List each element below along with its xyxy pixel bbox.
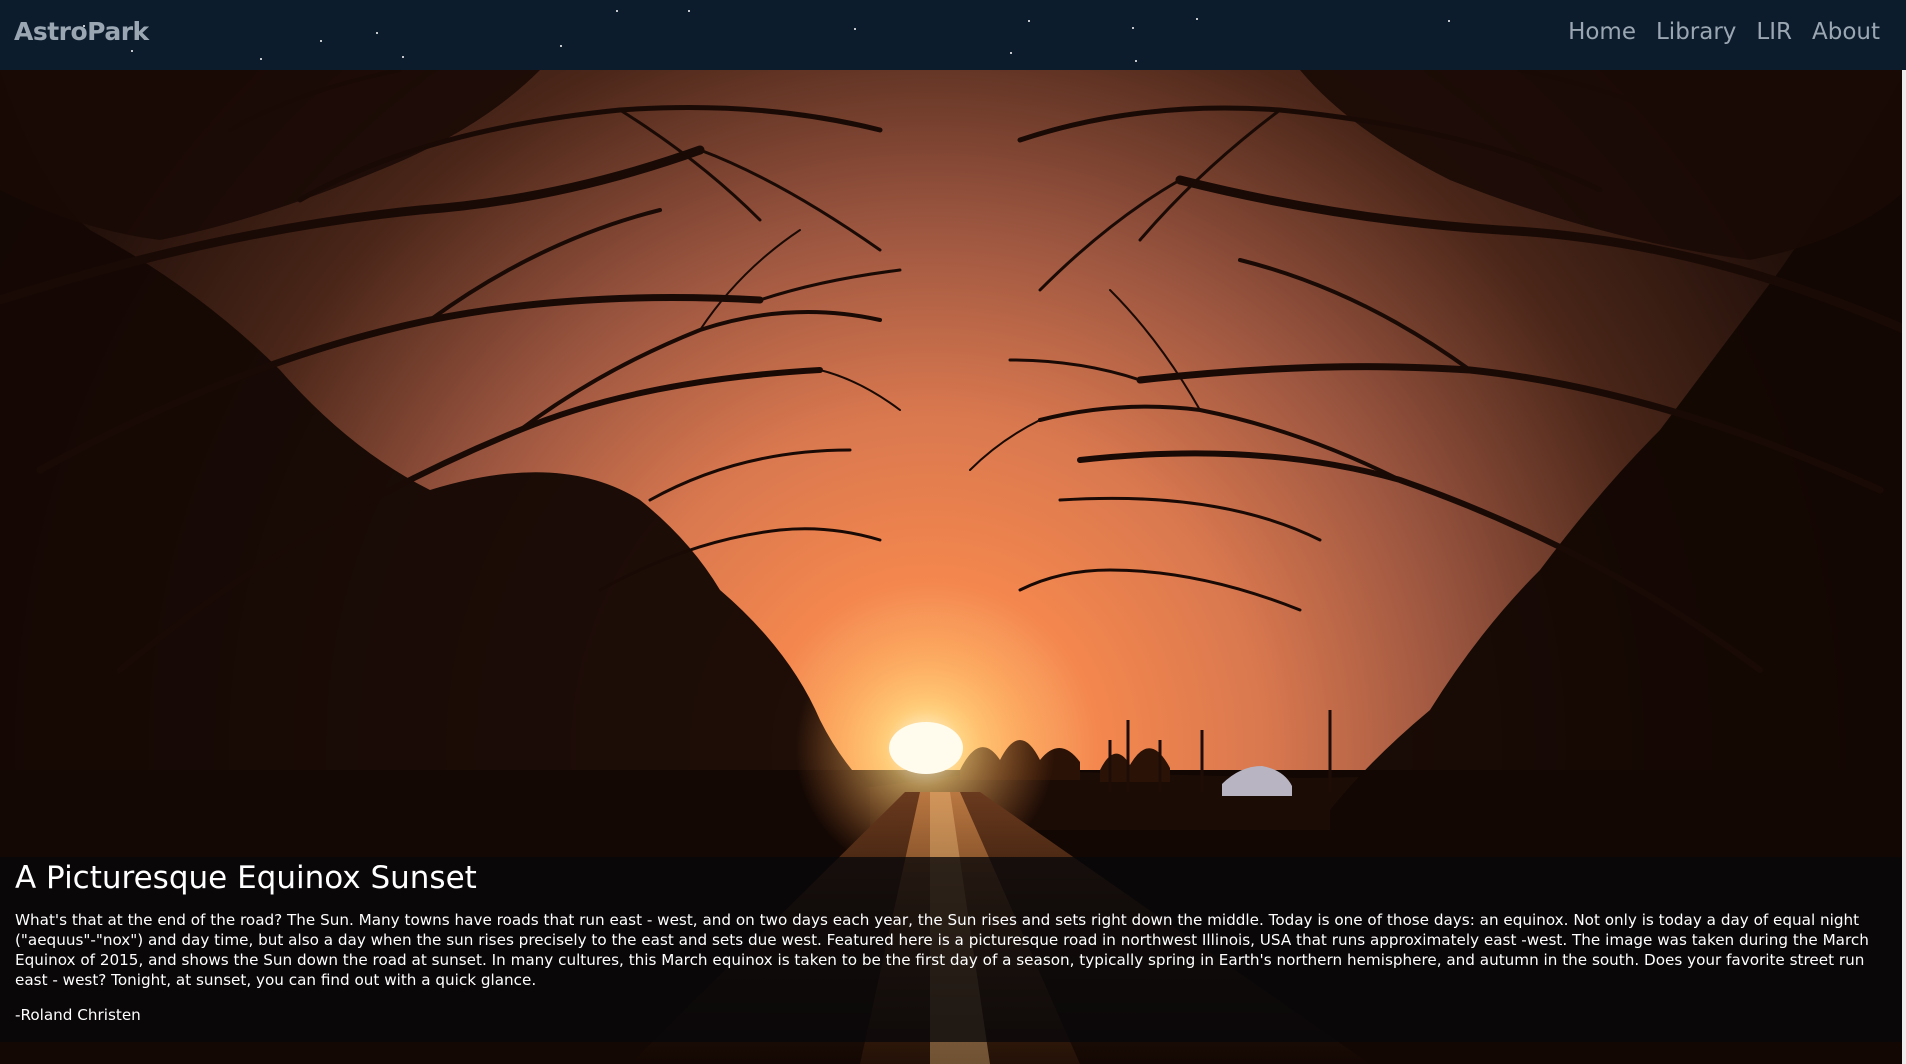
star-decoration xyxy=(131,50,133,52)
star-decoration xyxy=(320,40,322,42)
image-description: What's that at the end of the road? The … xyxy=(15,911,1869,989)
star-decoration xyxy=(1448,20,1450,22)
star-decoration xyxy=(1010,52,1012,54)
nav-links: Home Library LIR About xyxy=(1568,19,1880,45)
star-decoration xyxy=(1196,18,1198,20)
nav-link-about[interactable]: About xyxy=(1812,19,1880,45)
star-decoration xyxy=(688,10,690,12)
image-credit: -Roland Christen xyxy=(15,1006,141,1024)
nav-link-library[interactable]: Library xyxy=(1656,19,1736,45)
scrollbar-edge xyxy=(1902,70,1906,1064)
star-decoration xyxy=(1135,60,1137,62)
brand-logo[interactable]: AstroPark xyxy=(14,17,149,46)
nav-link-lir[interactable]: LIR xyxy=(1756,19,1792,45)
page: AstroPark Home Library LIR About A Pictu… xyxy=(0,0,1906,1064)
photo-bottom-strip xyxy=(0,1042,1902,1064)
top-navbar: AstroPark Home Library LIR About xyxy=(0,0,1906,70)
star-decoration xyxy=(376,32,378,34)
star-decoration xyxy=(402,56,404,58)
star-decoration xyxy=(1028,20,1030,22)
star-decoration xyxy=(1132,27,1134,29)
star-decoration xyxy=(854,28,856,30)
star-decoration xyxy=(260,58,262,60)
star-decoration xyxy=(616,10,618,12)
image-title: A Picturesque Equinox Sunset xyxy=(15,860,477,896)
star-decoration xyxy=(560,45,562,47)
nav-link-home[interactable]: Home xyxy=(1568,19,1636,45)
